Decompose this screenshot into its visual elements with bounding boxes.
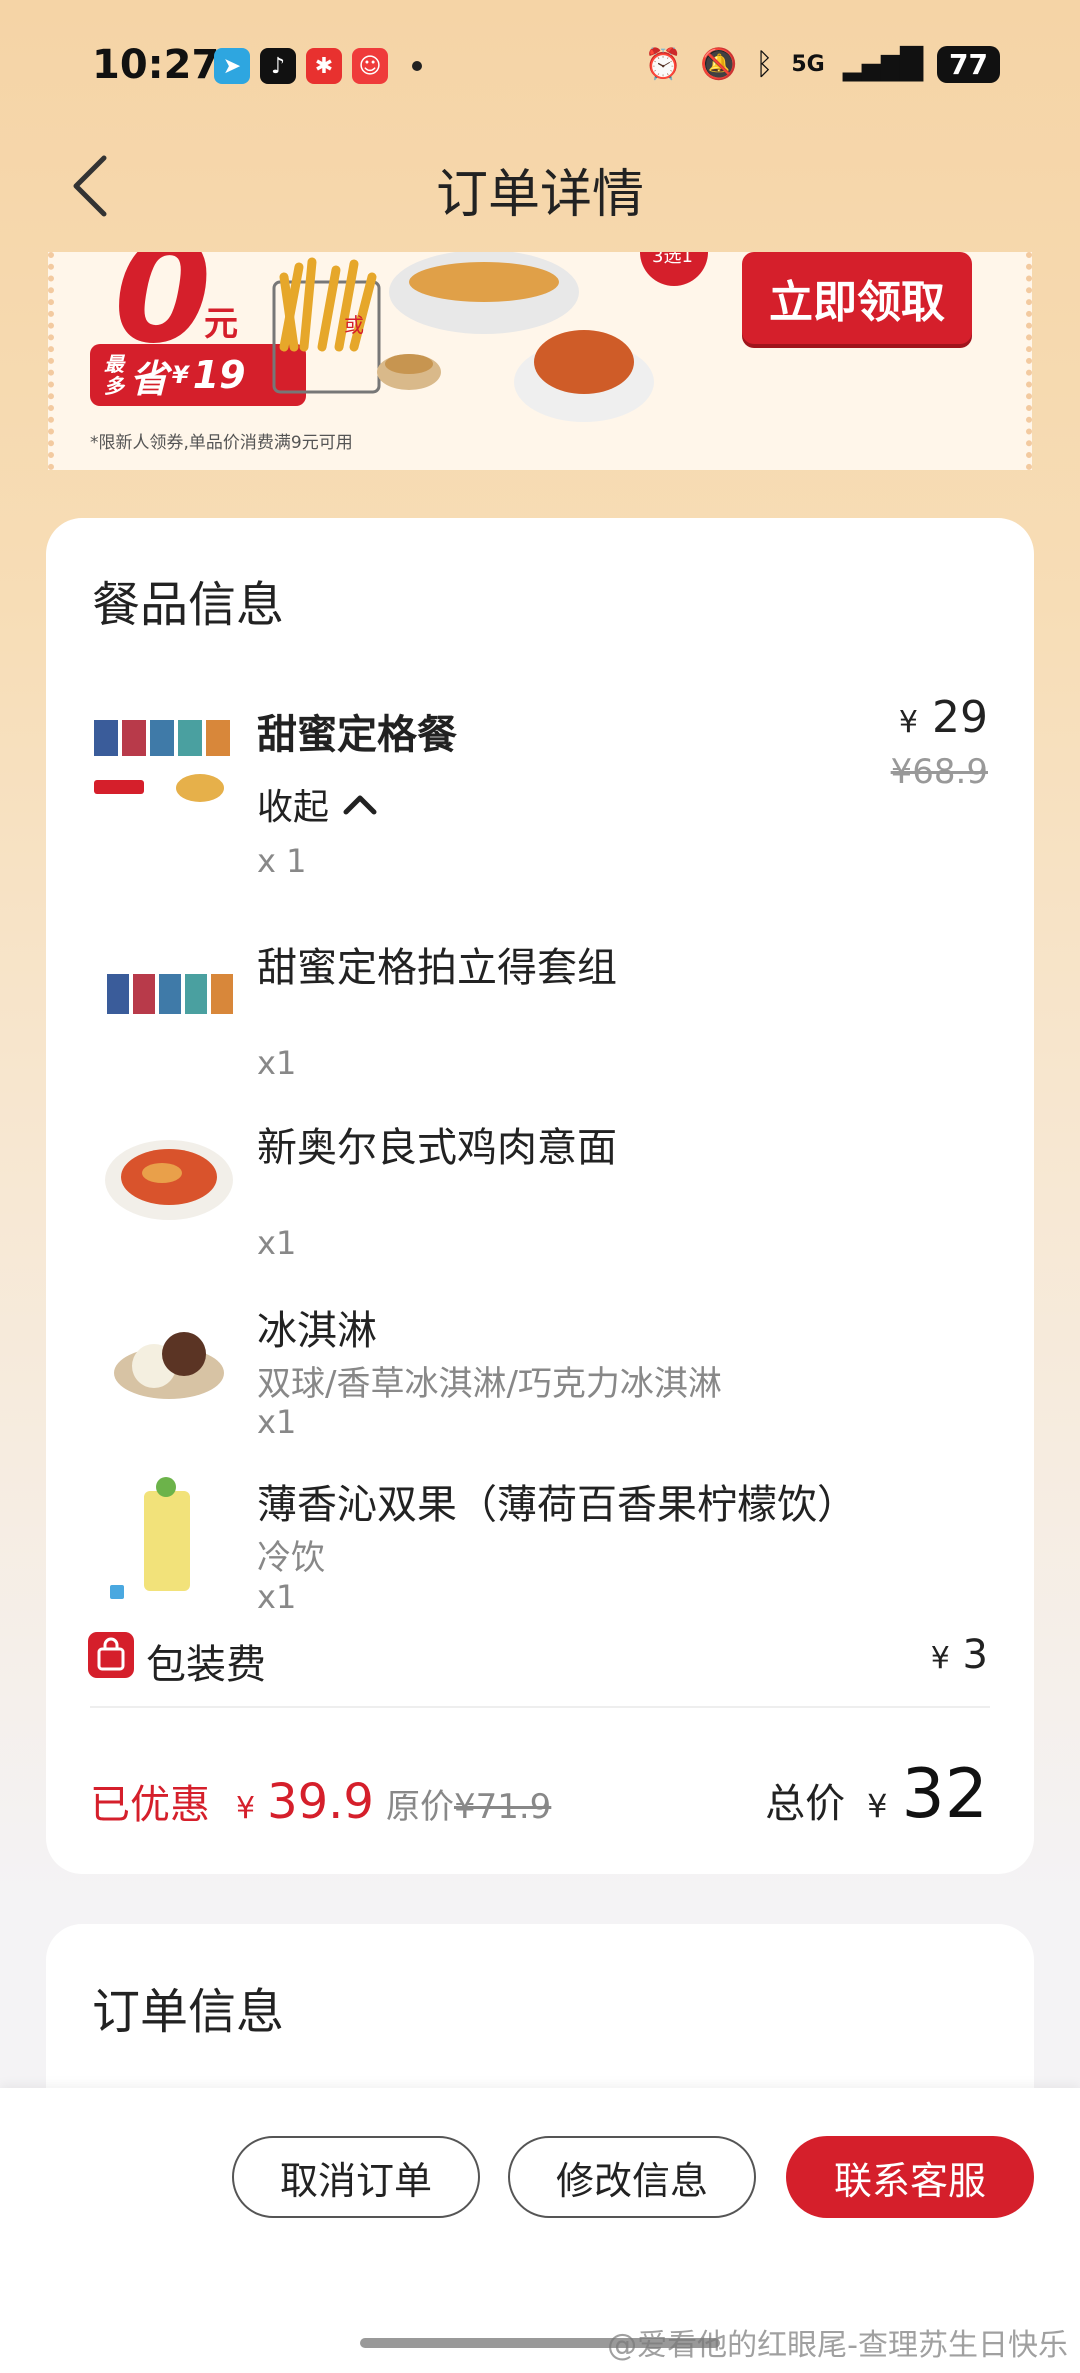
sub-item-name: 甜蜜定格拍立得套组 bbox=[257, 945, 617, 991]
alarm-icon: ⏰ bbox=[644, 47, 682, 82]
status-time: 10:27 bbox=[92, 42, 220, 88]
app-flower-icon: ✱ bbox=[306, 48, 342, 84]
discount-yen: ¥ bbox=[236, 1791, 256, 1826]
battery-icon: 77 bbox=[937, 46, 1000, 83]
tiktok-icon: ♪ bbox=[260, 48, 296, 84]
packaging-price: ¥ 3 bbox=[931, 1632, 988, 1678]
original-label: 原价 bbox=[385, 1787, 454, 1827]
total-summary: 总价 ¥ 32 bbox=[765, 1755, 988, 1834]
ice-cream-thumbnail bbox=[114, 1332, 224, 1399]
polaroid-set-thumbnail bbox=[107, 974, 233, 1014]
summary-divider bbox=[90, 1706, 990, 1708]
sub-item-qty: x1 bbox=[257, 1224, 297, 1262]
main-item-price: ¥ 29 bbox=[899, 692, 988, 743]
cancel-order-button[interactable]: 取消订单 bbox=[232, 2136, 480, 2218]
banner-or-text: 或 bbox=[344, 313, 364, 337]
telegram-icon: ➤ bbox=[214, 48, 250, 84]
status-app-icons: ➤ ♪ ✱ ☺ bbox=[214, 48, 422, 84]
page-title: 订单详情 bbox=[435, 165, 644, 225]
pasta-thumbnail bbox=[105, 1140, 233, 1220]
sub-item-qty: x1 bbox=[257, 1403, 297, 1441]
main-item-qty: x 1 bbox=[257, 842, 307, 880]
sub-item-desc: 冷饮 bbox=[257, 1538, 325, 1578]
promo-banner[interactable]: 0 元 最多 省 ¥ 19 *限新人领券,单品价消费满9元可用 或 3选1 立即… bbox=[48, 252, 1032, 470]
food-illustration: 或 3选1 bbox=[272, 252, 708, 422]
main-item-price-yen: ¥ bbox=[898, 705, 918, 740]
banner-save-word: 省 bbox=[130, 356, 169, 401]
more-notifications-icon bbox=[412, 61, 422, 71]
watermark: @爱看他的红眼尾-查理苏生日快乐 bbox=[607, 2328, 1068, 2363]
claim-button[interactable]: 立即领取 bbox=[742, 252, 972, 344]
collapse-toggle[interactable]: 收起 bbox=[257, 778, 377, 830]
main-item-original-price: ¥68.9 bbox=[890, 752, 988, 792]
total-yen: ¥ bbox=[867, 1787, 888, 1825]
packaging-label: 包装费 bbox=[146, 1642, 266, 1688]
bag-icon bbox=[88, 1632, 134, 1678]
main-item-price-value: 29 bbox=[932, 692, 988, 743]
banner-unit: 元 bbox=[204, 304, 238, 344]
packaging-yen: ¥ bbox=[930, 1641, 950, 1676]
sub-item-name: 薄香沁双果（薄荷百香果柠檬饮） bbox=[257, 1482, 857, 1528]
mute-icon: 🔕 bbox=[700, 47, 738, 82]
app-face-icon: ☺ bbox=[352, 48, 388, 84]
banner-save-prefix: 最多 bbox=[104, 352, 124, 398]
discount-amount: 39.9 bbox=[267, 1774, 374, 1830]
discount-label: 已优惠 bbox=[90, 1782, 210, 1828]
sub-item-name: 新奥尔良式鸡肉意面 bbox=[257, 1125, 617, 1171]
chevron-up-icon bbox=[343, 795, 377, 815]
banner-save-yen: ¥ bbox=[172, 361, 189, 389]
network-label: 5G bbox=[791, 52, 825, 77]
packaging-value: 3 bbox=[962, 1632, 988, 1678]
status-indicators: ⏰ 🔕 ᛒ 5G ▂▄▆█ 77 bbox=[645, 46, 1000, 83]
sub-item-qty: x1 bbox=[257, 1578, 297, 1616]
drink-thumbnail bbox=[110, 1477, 190, 1599]
original-total-price: ¥71.9 bbox=[453, 1787, 552, 1827]
sub-item-desc: 双球/香草冰淇淋/巧克力冰淇淋 bbox=[257, 1364, 722, 1404]
sub-item-name: 冰淇淋 bbox=[257, 1308, 377, 1354]
banner-save-amount: 19 bbox=[192, 353, 246, 397]
banner-badge: 3选1 bbox=[652, 252, 693, 267]
collapse-label: 收起 bbox=[257, 787, 330, 828]
total-price: 32 bbox=[901, 1755, 988, 1834]
food-info-title: 餐品信息 bbox=[92, 577, 285, 633]
bluetooth-icon: ᛒ bbox=[755, 47, 774, 82]
modify-info-button[interactable]: 修改信息 bbox=[508, 2136, 756, 2218]
main-item-thumbnail bbox=[94, 720, 230, 802]
total-label: 总价 bbox=[765, 1781, 846, 1827]
contact-service-button[interactable]: 联系客服 bbox=[786, 2136, 1034, 2218]
sub-item-qty: x1 bbox=[257, 1044, 297, 1082]
discount-summary: 已优惠 ¥ 39.9 原价 ¥71.9 bbox=[90, 1772, 551, 1830]
signal-icon: ▂▄▆█ bbox=[842, 47, 923, 82]
order-info-title: 订单信息 bbox=[92, 1984, 285, 2040]
main-item-name: 甜蜜定格餐 bbox=[257, 712, 457, 758]
